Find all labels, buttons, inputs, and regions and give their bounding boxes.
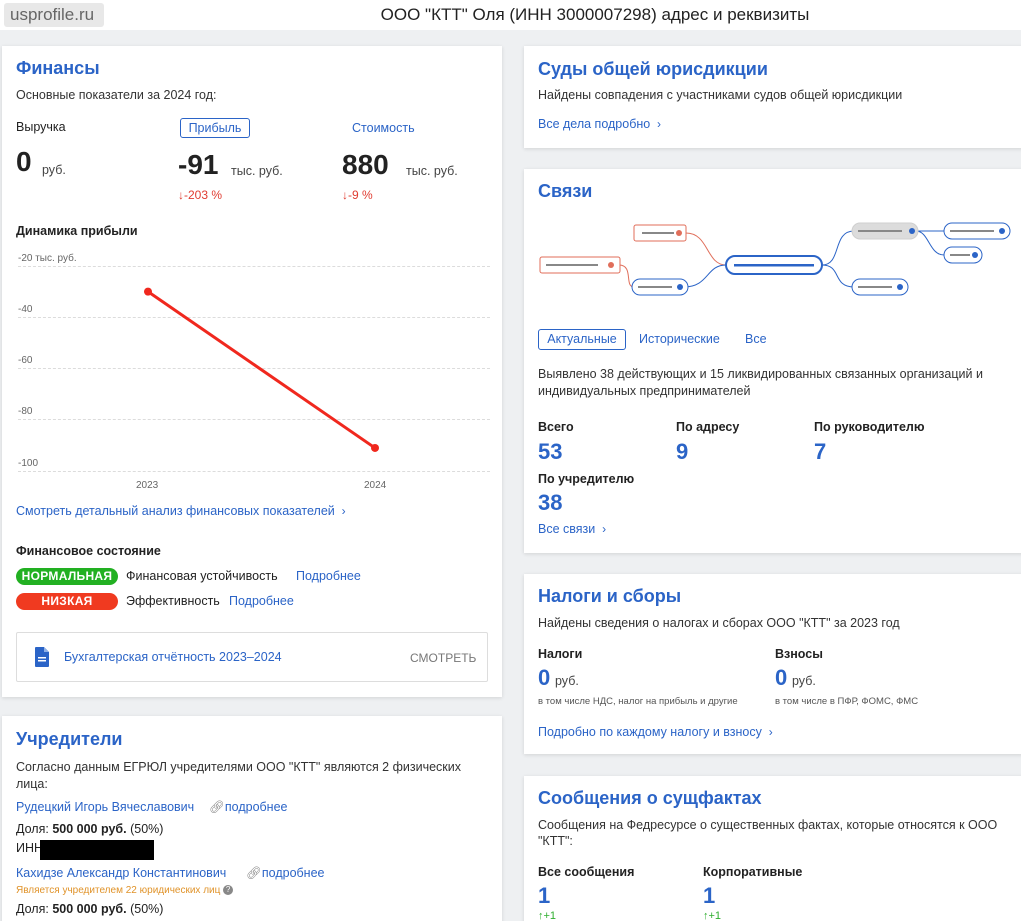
stat-total-value[interactable]: 53 — [538, 439, 562, 465]
tax-value: 0 — [538, 665, 551, 690]
all-links-link[interactable]: Все связи › — [538, 522, 606, 536]
tab-historical[interactable]: Исторические — [639, 332, 720, 346]
page-title: ООО "КТТ" Оля (ИНН 3000007298) адрес и р… — [380, 5, 810, 24]
chart-plot — [144, 287, 379, 452]
redacted-inn — [40, 840, 154, 860]
taxes-detail-link[interactable]: Подробно по каждому налогу и взносу › — [538, 725, 773, 739]
founder-more-label: подробнее — [224, 800, 288, 814]
share-label: Доля: — [16, 902, 49, 916]
courts-all-link[interactable]: Все дела подробно › — [538, 117, 661, 131]
founder-more-link[interactable]: 🔗︎подробнее — [209, 800, 288, 815]
fee-unit: руб. — [792, 674, 816, 688]
view-report-button[interactable]: СМОТРЕТЬ — [410, 651, 476, 665]
founder-inn-label: ИНН — [16, 841, 44, 855]
financial-state-title: Финансовое состояние — [16, 544, 161, 558]
tax-unit: руб. — [555, 674, 579, 688]
tab-all[interactable]: Все — [745, 332, 767, 346]
chevron-right-icon: › — [338, 504, 346, 518]
links-graph-illustration — [539, 222, 1011, 296]
status-badge-low: НИЗКАЯ — [16, 593, 118, 610]
data-point[interactable] — [144, 287, 152, 296]
facts-all-label: Все сообщения — [538, 865, 635, 879]
financial-analysis-link-label: Смотреть детальный анализ финансовых пок… — [16, 504, 335, 518]
status-badge-normal: НОРМАЛЬНАЯ — [16, 568, 118, 585]
stat-address-value[interactable]: 9 — [676, 439, 688, 465]
share-label: Доля: — [16, 822, 49, 836]
stat-founder-value[interactable]: 38 — [538, 490, 562, 516]
founder-share: Доля: 500 000 руб. (50%) — [16, 902, 163, 916]
state-stability-more-link[interactable]: Подробнее — [296, 569, 361, 583]
chevron-right-icon: › — [765, 725, 773, 739]
info-icon[interactable]: ? — [223, 885, 234, 896]
state-stability-label: Финансовая устойчивость — [126, 569, 278, 583]
facts-corp-label: Корпоративные — [703, 865, 803, 879]
taxes-card: Налоги и сборы Найдены сведения о налога… — [524, 574, 1021, 754]
facts-all-value[interactable]: 1 — [538, 883, 550, 909]
stat-manager-label: По руководителю — [814, 420, 925, 434]
profit-chart: -20 тыс. руб. -40 -60 -80 -100 2023 2024 — [2, 46, 502, 506]
tab-actual[interactable]: Актуальные — [538, 329, 626, 350]
facts-all-delta: ↑+1 — [538, 910, 557, 921]
all-links-link-label: Все связи — [538, 522, 596, 536]
state-efficiency-more-link[interactable]: Подробнее — [229, 594, 294, 608]
taxes-detail-link-label: Подробно по каждому налогу и взносу — [538, 725, 762, 739]
graph-nodes — [539, 222, 1011, 296]
top-bar: usprofile.ru ООО "КТТ" Оля (ИНН 30000072… — [0, 0, 1021, 30]
founders-card: Учредители Согласно данным ЕГРЮЛ учредит… — [2, 716, 502, 921]
facts-corp-value[interactable]: 1 — [703, 883, 715, 909]
founder-note-text: Является учредителем 22 юридических лиц — [16, 885, 221, 896]
stat-total-label: Всего — [538, 420, 574, 434]
courts-text: Найдены совпадения с участниками судов о… — [538, 88, 903, 102]
accounting-report-link[interactable]: Бухгалтерская отчётность 2023–2024 — [64, 650, 282, 664]
courts-all-link-label: Все дела подробно — [538, 117, 651, 131]
facts-title: Сообщения о сущфактах — [538, 788, 762, 808]
founders-text: Согласно данным ЕГРЮЛ учредителями ООО "… — [16, 760, 462, 791]
courts-card: Суды общей юрисдикции Найдены совпадения… — [524, 46, 1021, 148]
financial-analysis-link[interactable]: Смотреть детальный анализ финансовых пок… — [16, 504, 346, 518]
link-icon: 🔗︎ — [246, 866, 262, 880]
finance-card: Финансы Основные показатели за 2024 год:… — [2, 46, 502, 697]
data-point[interactable] — [371, 443, 379, 452]
links-card: Связи Актуальные Исторические Все Выявле… — [524, 169, 1021, 553]
tax-note: в том числе НДС, налог на прибыль и друг… — [538, 696, 738, 707]
stat-founder-label: По учредителю — [538, 472, 635, 486]
series-line — [147, 290, 376, 450]
tax-label: Налоги — [538, 647, 583, 661]
accounting-report-box[interactable]: Бухгалтерская отчётность 2023–2024 СМОТР… — [16, 632, 488, 682]
state-efficiency-label: Эффективность — [126, 594, 220, 608]
link-icon: 🔗︎ — [209, 800, 225, 814]
chevron-right-icon: › — [653, 117, 662, 131]
share-value: 500 000 руб. — [52, 822, 127, 836]
founder-name-link[interactable]: Рудецкий Игорь Вячеславович — [16, 800, 194, 814]
founders-title: Учредители — [16, 729, 123, 749]
stat-address-label: По адресу — [676, 420, 740, 434]
facts-card: Сообщения о сущфактах Сообщения на Федре… — [524, 776, 1021, 921]
document-icon — [35, 647, 49, 667]
links-title: Связи — [538, 181, 593, 201]
founder-note: Является учредителем 22 юридических лиц … — [16, 885, 234, 896]
share-pct: (50%) — [130, 902, 164, 916]
links-text: Выявлено 38 действующих и 15 ликвидирова… — [538, 367, 983, 398]
fee-value: 0 — [775, 665, 788, 690]
taxes-title: Налоги и сборы — [538, 586, 682, 606]
founder-more-label: подробнее — [261, 866, 325, 880]
founder-share: Доля: 500 000 руб. (50%) — [16, 822, 163, 836]
chevron-right-icon: › — [598, 522, 607, 536]
courts-title: Суды общей юрисдикции — [538, 59, 768, 79]
fee-label: Взносы — [775, 647, 823, 661]
stat-manager-value[interactable]: 7 — [814, 439, 826, 465]
founder-name-link[interactable]: Кахидзе Александр Константинович — [16, 866, 226, 880]
share-value: 500 000 руб. — [52, 902, 127, 916]
fee-note: в том числе в ПФР, ФОМС, ФМС — [775, 696, 919, 707]
facts-text: Сообщения на Федресурсе о существенных ф… — [538, 818, 998, 848]
share-pct: (50%) — [130, 822, 164, 836]
facts-corp-delta: ↑+1 — [703, 910, 722, 921]
founder-more-link[interactable]: 🔗︎подробнее — [246, 866, 325, 881]
taxes-text: Найдены сведения о налогах и сборах ООО … — [538, 616, 900, 630]
